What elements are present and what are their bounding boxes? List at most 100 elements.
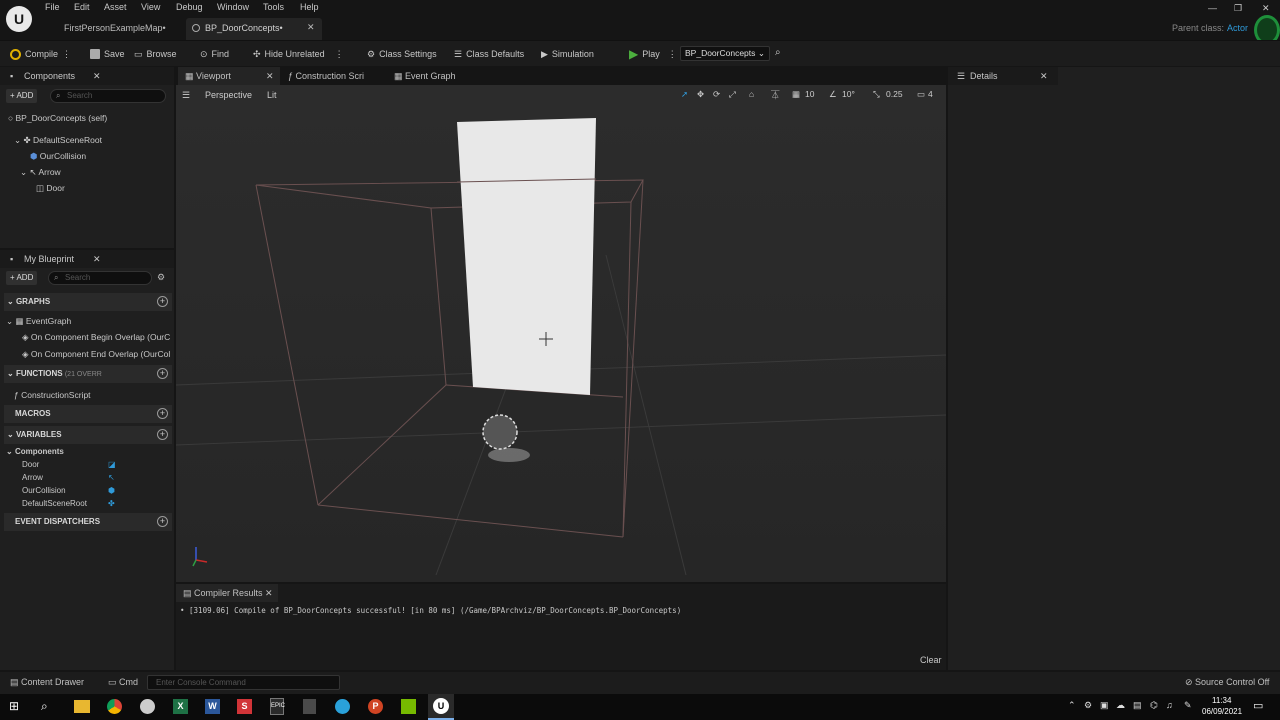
section-macros[interactable]: MACROS + <box>4 405 172 423</box>
perspective-button[interactable]: Perspective <box>205 90 252 100</box>
find-button[interactable]: ⊙ Find <box>200 41 229 67</box>
add-member-button[interactable]: + ADD <box>6 271 38 285</box>
close-icon[interactable]: ✕ <box>93 67 101 85</box>
add-component-button[interactable]: + ADD <box>6 89 38 103</box>
close-window-icon[interactable]: ✕ <box>1262 3 1270 14</box>
clock-date[interactable]: 06/09/2021 <box>1202 707 1242 716</box>
section-event-dispatchers[interactable]: EVENT DISPATCHERS + <box>4 513 172 531</box>
component-defaultsceneroot[interactable]: ⌄ ✤ DefaultSceneRoot <box>14 135 102 146</box>
rotation-snap-icon[interactable]: ∠ <box>829 89 837 100</box>
menu-edit[interactable]: Edit <box>74 2 90 12</box>
camera-speed-icon[interactable]: ▭ <box>917 89 925 100</box>
close-icon[interactable]: ✕ <box>266 67 274 85</box>
tab-viewport[interactable]: ▦ Viewport ✕ <box>178 67 280 85</box>
app-red-icon[interactable]: S <box>237 699 252 714</box>
components-search-input[interactable]: ⌕ Search <box>50 89 166 103</box>
add-macro-icon[interactable]: + <box>157 408 168 419</box>
parent-class-value[interactable]: Actor <box>1227 23 1248 33</box>
content-drawer-button[interactable]: ▤ Content Drawer <box>10 677 84 688</box>
graph-eventgraph[interactable]: ⌄ ▦ EventGraph <box>6 316 71 327</box>
graph-event-begin-overlap[interactable]: ◈ On Component Begin Overlap (OurC <box>22 332 170 343</box>
viewport-options-icon[interactable]: ☰ <box>182 90 190 101</box>
search-icon[interactable]: ⌕ <box>41 699 48 714</box>
clear-button[interactable]: Clear <box>920 655 942 665</box>
tab-construction-script[interactable]: ƒ Construction Scri <box>288 67 364 85</box>
tray-icon[interactable]: ▣ <box>1100 700 1109 711</box>
variable-arrow[interactable]: Arrow <box>22 473 43 482</box>
grid-snap-icon[interactable]: ▦ <box>792 89 800 100</box>
scale-snap-icon[interactable]: ⤡ <box>873 89 880 100</box>
close-icon[interactable]: ✕ <box>265 584 273 602</box>
tab-event-graph[interactable]: ▦ Event Graph <box>394 67 456 85</box>
simulation-button[interactable]: ▶ Simulation <box>541 41 594 67</box>
close-icon[interactable]: ✕ <box>307 22 315 33</box>
function-constructionscript[interactable]: ƒ ConstructionScript <box>14 390 91 400</box>
surface-snap-icon[interactable]: ⏄ <box>771 89 780 101</box>
menu-view[interactable]: View <box>141 2 160 12</box>
camera-speed-value[interactable]: 4 <box>928 89 933 99</box>
search-icon[interactable]: ⌕ <box>775 47 781 58</box>
world-local-icon[interactable]: ⌂ <box>749 89 754 99</box>
source-control-button[interactable]: ⊘ Source Control Off <box>1185 677 1269 688</box>
powerpoint-icon[interactable]: P <box>368 699 383 714</box>
add-graph-icon[interactable]: + <box>157 296 168 307</box>
maximize-icon[interactable]: ❐ <box>1234 3 1242 14</box>
nvidia-icon[interactable] <box>401 699 416 714</box>
tray-icon[interactable]: ⚙ <box>1084 700 1092 711</box>
rotate-tool-icon[interactable]: ⟳ <box>713 89 720 100</box>
volume-icon[interactable]: ♫ <box>1166 700 1173 710</box>
file-explorer-icon[interactable] <box>74 700 90 713</box>
minimize-icon[interactable]: — <box>1208 3 1217 13</box>
compile-button[interactable]: Compile ⋮ <box>10 41 71 67</box>
select-tool-icon[interactable]: ➚ <box>681 89 688 100</box>
rotation-snap-value[interactable]: 10° <box>842 89 855 99</box>
epic-games-icon[interactable]: EPIC <box>270 698 285 715</box>
add-variable-icon[interactable]: + <box>157 429 168 440</box>
variable-defaultsceneroot[interactable]: DefaultSceneRoot <box>22 499 87 508</box>
menu-tools[interactable]: Tools <box>263 2 284 12</box>
tab-firstperson-map[interactable]: FirstPersonExampleMap• <box>64 18 166 38</box>
add-dispatcher-icon[interactable]: + <box>157 516 168 527</box>
variable-door[interactable]: Door <box>22 460 39 469</box>
hide-unrelated-button[interactable]: ✣ Hide Unrelated ⋮ <box>253 41 344 67</box>
myblueprint-search-input[interactable]: ⌕ Search <box>48 271 152 285</box>
unreal-taskbar-icon[interactable]: U <box>428 694 454 720</box>
close-icon[interactable]: ✕ <box>93 250 101 268</box>
variables-components-group[interactable]: ⌄ Components <box>6 447 64 456</box>
menu-debug[interactable]: Debug <box>176 2 203 12</box>
graph-event-end-overlap[interactable]: ◈ On Component End Overlap (OurCol <box>22 349 170 360</box>
grid-snap-value[interactable]: 10 <box>805 89 814 99</box>
app-icon[interactable] <box>140 699 155 714</box>
windows-start-icon[interactable]: ⊞ <box>9 699 19 713</box>
component-arrow[interactable]: ⌄ ↖ Arrow <box>20 167 61 178</box>
word-icon[interactable]: W <box>205 699 220 714</box>
menu-help[interactable]: Help <box>300 2 319 12</box>
section-variables[interactable]: ⌄ VARIABLES + <box>4 426 172 444</box>
more-icon[interactable]: ⋮ <box>62 41 71 67</box>
class-settings-button[interactable]: ⚙ Class Settings <box>367 41 437 67</box>
play-button[interactable]: ▶ Play ⋮ <box>629 41 677 67</box>
excel-icon[interactable]: X <box>173 699 188 714</box>
scene-root-sphere-icon[interactable] <box>482 414 518 450</box>
compiler-results-tab[interactable]: ▤ Compiler Results ✕ <box>176 584 278 602</box>
network-icon[interactable]: ⌬ <box>1150 700 1158 711</box>
debug-object-select[interactable]: BP_DoorConcepts ⌄ <box>680 46 770 61</box>
variable-ourcollision[interactable]: OurCollision <box>22 486 66 495</box>
section-functions[interactable]: ⌄ FUNCTIONS (21 OVERR + <box>4 365 172 383</box>
save-button[interactable]: Save <box>90 41 125 67</box>
more-icon[interactable]: ⋮ <box>668 41 677 67</box>
menu-window[interactable]: Window <box>217 2 249 12</box>
pen-icon[interactable]: ✎ <box>1184 700 1192 711</box>
tab-bp-doorconcepts[interactable]: BP_DoorConcepts• ✕ <box>186 18 322 40</box>
cloud-icon[interactable]: ☁ <box>1116 700 1125 711</box>
door-mesh[interactable] <box>457 118 596 395</box>
lit-button[interactable]: Lit <box>267 90 277 100</box>
notifications-icon[interactable]: ▭ <box>1253 699 1263 712</box>
scale-snap-value[interactable]: 0.25 <box>886 89 903 99</box>
component-self[interactable]: ○ BP_DoorConcepts (self) <box>8 113 107 123</box>
menu-asset[interactable]: Asset <box>104 2 127 12</box>
class-defaults-button[interactable]: ☰ Class Defaults <box>454 41 524 67</box>
console-command-input[interactable]: Enter Console Command <box>147 675 340 690</box>
unreal-logo-icon[interactable]: U <box>6 6 32 32</box>
calculator-icon[interactable] <box>303 699 316 714</box>
